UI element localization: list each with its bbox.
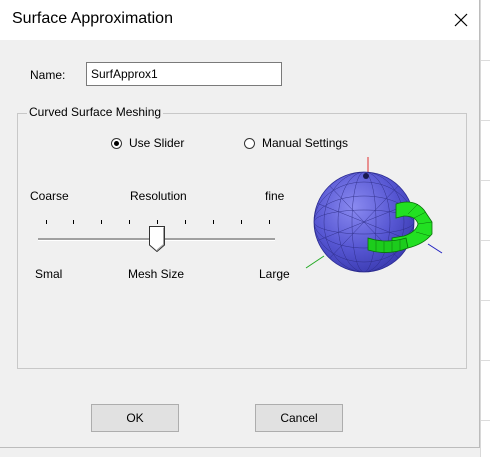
background-grid-line: [481, 120, 490, 121]
background-grid-line: [481, 360, 490, 361]
slider-tick: [185, 220, 186, 224]
radio-unselected-icon: [244, 137, 255, 149]
manual-settings-radio[interactable]: Manual Settings: [244, 136, 348, 150]
background-grid-line: [481, 240, 490, 241]
name-input[interactable]: [86, 62, 282, 86]
close-icon: [454, 13, 468, 27]
group-label: Curved Surface Meshing: [27, 105, 164, 119]
slider-tick: [157, 220, 158, 224]
mesh-size-label: Mesh Size: [128, 267, 185, 281]
large-label: Large: [259, 267, 290, 281]
manual-settings-label: Manual Settings: [262, 136, 349, 150]
mesh-preview-icon: [305, 157, 443, 273]
use-slider-radio[interactable]: Use Slider: [111, 136, 184, 150]
slider-tick: [73, 220, 74, 224]
background-grid-line: [481, 60, 490, 61]
slider-tick: [46, 220, 47, 224]
background-window: [480, 0, 490, 457]
close-button[interactable]: [446, 6, 476, 34]
ok-button[interactable]: OK: [91, 404, 179, 432]
small-label: Smal: [35, 267, 63, 281]
title-bar: Surface Approximation: [0, 0, 479, 40]
coarse-label: Coarse: [30, 189, 69, 203]
slider-tick: [269, 220, 270, 224]
fine-label: fine: [265, 189, 285, 203]
background-grid-line: [481, 180, 490, 181]
background-grid-line: [481, 300, 490, 301]
slider-tick: [101, 220, 102, 224]
resolution-label: Resolution: [130, 189, 187, 203]
mesh-slider-thumb[interactable]: [149, 226, 165, 252]
slider-tick: [129, 220, 130, 224]
background-divider: [480, 0, 481, 457]
window-title: Surface Approximation: [12, 10, 173, 27]
name-label: Name:: [30, 68, 66, 82]
background-grid-line: [481, 420, 490, 421]
slider-tick: [241, 220, 242, 224]
radio-selected-icon: [111, 137, 122, 149]
cancel-button[interactable]: Cancel: [255, 404, 343, 432]
slider-tick: [213, 220, 214, 224]
use-slider-label: Use Slider: [129, 136, 185, 150]
